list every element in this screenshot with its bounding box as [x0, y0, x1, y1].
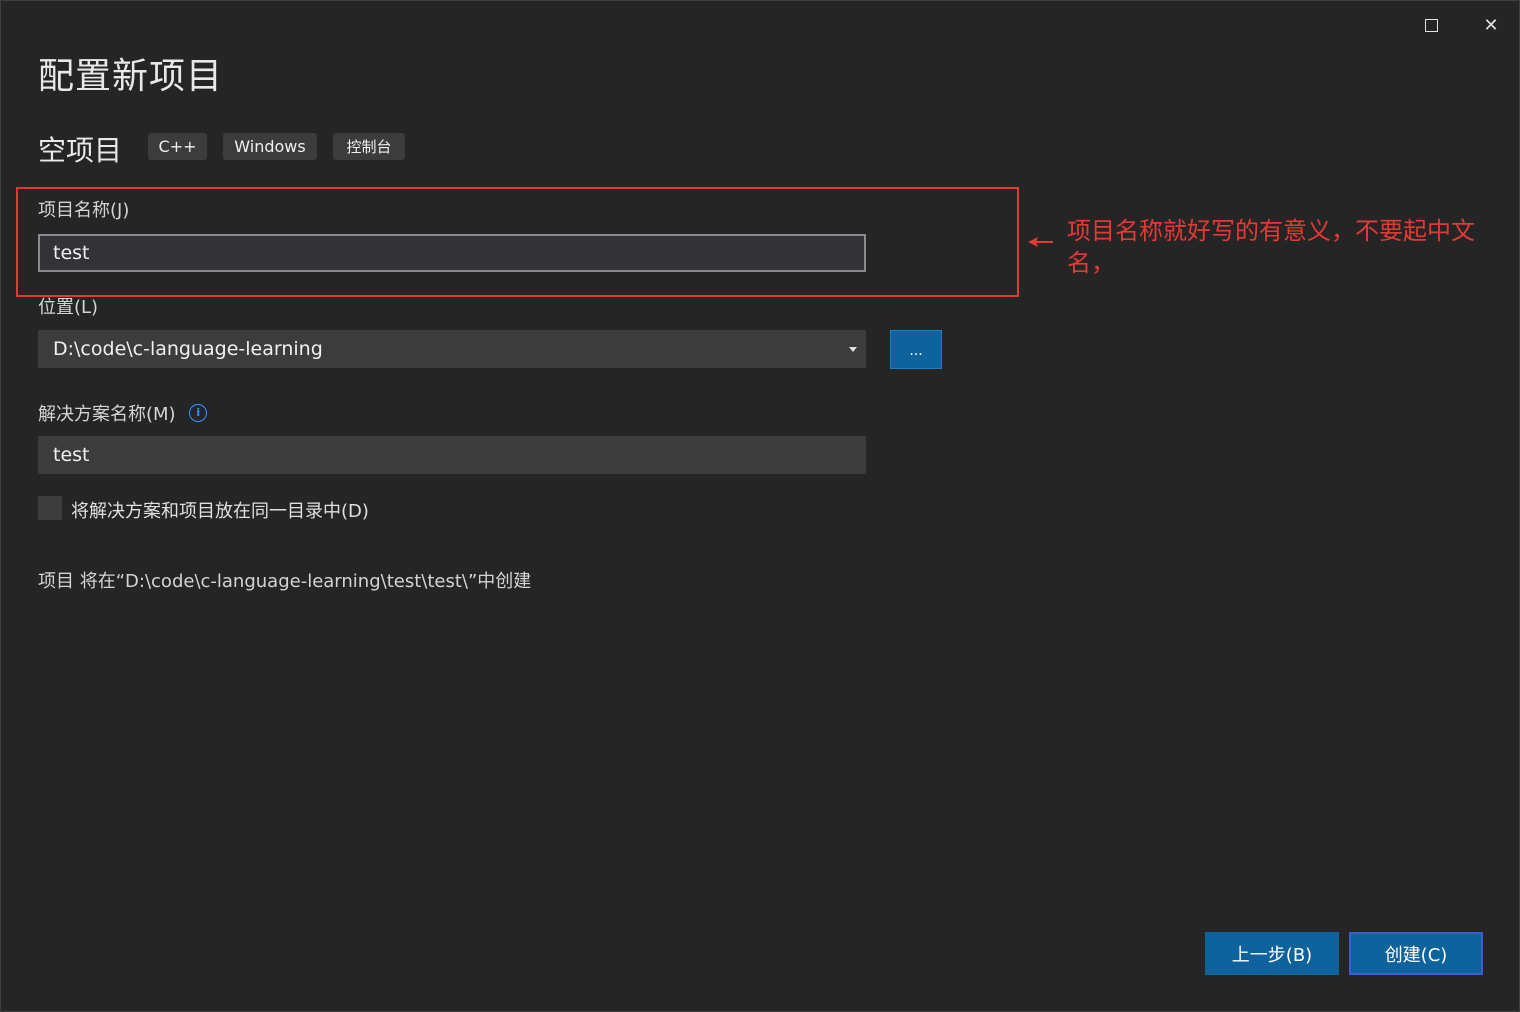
dialog-window: ✕ 配置新项目 空项目 C++ Windows 控制台 项目名称(J) test… — [0, 0, 1520, 1012]
chevron-down-icon[interactable] — [849, 347, 857, 352]
location-value: D:\code\c-language-learning — [53, 338, 323, 360]
close-icon: ✕ — [1483, 14, 1499, 36]
tag-console: 控制台 — [333, 133, 405, 160]
page-title: 配置新项目 — [38, 56, 224, 97]
annotation-text: 项目名称就好写的有意义，不要起中文名， — [1067, 217, 1475, 277]
same-directory-label[interactable]: 将解决方案和项目放在同一目录中(D) — [71, 497, 369, 523]
tag-windows: Windows — [223, 133, 317, 160]
browse-button[interactable]: ... — [890, 330, 942, 369]
close-button[interactable]: ✕ — [1471, 9, 1511, 41]
maximize-icon — [1424, 18, 1438, 32]
tag-cpp: C++ — [148, 133, 207, 160]
create-path-text: 项目 将在“D:\code\c-language-learning\test\t… — [38, 571, 532, 592]
same-directory-checkbox[interactable] — [38, 496, 62, 520]
solution-name-label-row: 解决方案名称(M) i — [38, 400, 208, 426]
back-button[interactable]: 上一步(B) — [1205, 932, 1339, 975]
template-name: 空项目 — [38, 134, 123, 167]
solution-name-input[interactable]: test — [38, 436, 866, 474]
maximize-button[interactable] — [1411, 9, 1451, 41]
annotation-arrow-icon — [1028, 237, 1053, 247]
solution-name-value: test — [53, 444, 90, 466]
create-button[interactable]: 创建(C) — [1349, 932, 1483, 975]
solution-name-label: 解决方案名称(M) — [38, 404, 176, 425]
info-icon[interactable]: i — [189, 404, 208, 422]
annotation-highlight-box — [16, 187, 1019, 297]
location-combobox[interactable]: D:\code\c-language-learning — [38, 330, 866, 368]
